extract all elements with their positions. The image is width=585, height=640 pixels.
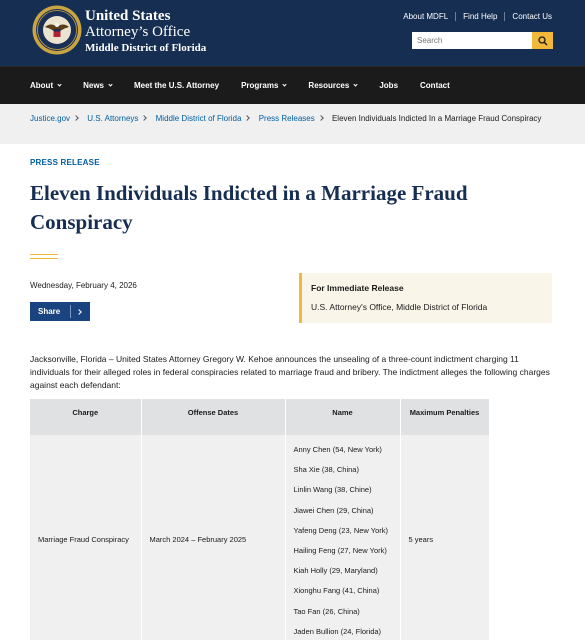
site-brand[interactable]: United States Attorney’s Office Middle D… [85,8,206,55]
chevron-down-icon [108,82,113,87]
share-button[interactable]: Share [30,302,90,321]
release-office: U.S. Attorney's Office, Middle District … [311,302,488,312]
charges-table: Charge Offense Dates Name Maximum Penalt… [30,399,490,640]
column-header-max-penalties: Maximum Penalties [400,399,490,435]
defendant-name: Jiawei Chen (29, China) [293,505,374,515]
nav-item-label: News [83,81,105,90]
breadcrumb-current: Eleven Individuals Indicted In a Marriag… [331,114,542,123]
brand-title-line2: Attorney’s Office [85,24,191,40]
utility-links: About MDFL Find Help Contact Us [403,12,552,21]
nav-item-contact[interactable]: Contact [420,81,450,90]
chevron-right-icon [73,115,79,121]
names-cell: Anny Chen (54, New York) Sha Xie (38, Ch… [285,435,401,640]
nav-item-label: Resources [308,81,350,90]
defendant-name: Tao Fan (26, China) [293,606,360,616]
chevron-right-icon [141,115,148,121]
main-nav: About News Meet the U.S. Attorney Progra… [0,66,585,104]
site-header: United States Attorney’s Office Middle D… [0,0,585,66]
chevron-down-icon [353,82,358,87]
defendant-name: Sha Xie (38, China) [293,465,359,475]
release-info-box: For Immediate Release U.S. Attorney's Of… [299,273,552,323]
nav-item-resources[interactable]: Resources [308,81,358,90]
defendant-name: Jaden Bullion (24, Florida) [293,626,382,636]
site-search [412,32,553,49]
defendant-name: Xionghu Fang (41, China) [293,586,380,596]
nav-item-label: Jobs [379,81,399,90]
page-title: Eleven Individuals Indicted in a Marriag… [30,181,468,234]
chevron-right-icon [76,308,82,315]
defendant-name: Yafeng Deng (23, New York) [293,525,389,535]
nav-item-news[interactable]: News [83,81,113,90]
search-button[interactable] [532,32,553,49]
offense-dates-cell: March 2024 – February 2025 [141,435,286,640]
publish-date: Wednesday, February 4, 2026 [30,281,137,290]
breadcrumb-us-attorneys[interactable]: U.S. Attorneys [87,114,138,123]
search-input[interactable] [412,32,532,49]
breadcrumb-justice-gov[interactable]: Justice.gov [30,114,70,123]
nav-item-label: Programs [241,81,279,90]
nav-item-label: Contact [420,81,450,90]
breadcrumb-press-releases[interactable]: Press Releases [259,114,315,123]
nav-item-meet-attorney[interactable]: Meet the U.S. Attorney [134,81,219,90]
nav-item-label: Meet the U.S. Attorney [134,81,220,90]
defendant-name: Linlin Wang (38, Chine) [293,485,372,495]
doj-seal-logo[interactable] [32,5,82,55]
nav-item-programs[interactable]: Programs [241,81,288,90]
penalty-cell: 5 years [400,435,490,640]
find-help-link[interactable]: Find Help [463,12,497,21]
about-mdfl-link[interactable]: About MDFL [403,12,448,21]
article-intro: Jacksonville, Florida – United States At… [30,354,550,390]
defendant-name: Hailing Feng (27, New York) [293,545,387,555]
contact-us-link[interactable]: Contact Us [512,12,552,21]
defendant-name: Anny Chen (54, New York) [293,445,382,454]
nav-item-about[interactable]: About [30,81,62,90]
chevron-down-icon [57,82,62,87]
press-release-label: PRESS RELEASE [30,158,100,167]
table-header-row: Charge Offense Dates Name Maximum Penalt… [30,399,490,435]
nav-item-label: About [30,81,54,90]
article-content: PRESS RELEASE Eleven Individuals Indicte… [30,158,552,392]
nav-item-jobs[interactable]: Jobs [379,81,398,90]
share-label: Share [38,307,61,316]
breadcrumb: Justice.gov U.S. Attorneys Middle Distri… [0,104,585,144]
column-header-charge: Charge [30,399,142,435]
brand-district: Middle District of Florida [85,42,207,54]
chevron-down-icon [282,82,288,87]
table-row: Marriage Fraud Conspiracy March 2024 – F… [30,435,490,640]
chevron-right-icon [317,115,324,121]
defendant-name: Kiah Holly (29, Maryland) [293,566,378,576]
search-icon [537,35,547,45]
brand-title-line1: United States [85,8,171,24]
chevron-right-icon [244,115,251,121]
breadcrumb-mdfl[interactable]: Middle District of Florida [156,114,242,123]
defendant-list: Anny Chen (54, New York) Sha Xie (38, Ch… [294,435,400,640]
utility-divider [504,12,506,21]
article-meta: Wednesday, February 4, 2026 Share For Im… [30,273,552,333]
column-header-name: Name [285,399,401,435]
release-type: For Immediate Release [311,283,404,293]
column-header-offense-dates: Offense Dates [141,399,286,435]
title-divider [30,254,58,259]
share-divider [70,305,71,318]
charge-cell: Marriage Fraud Conspiracy [30,435,142,640]
utility-divider [455,12,457,21]
